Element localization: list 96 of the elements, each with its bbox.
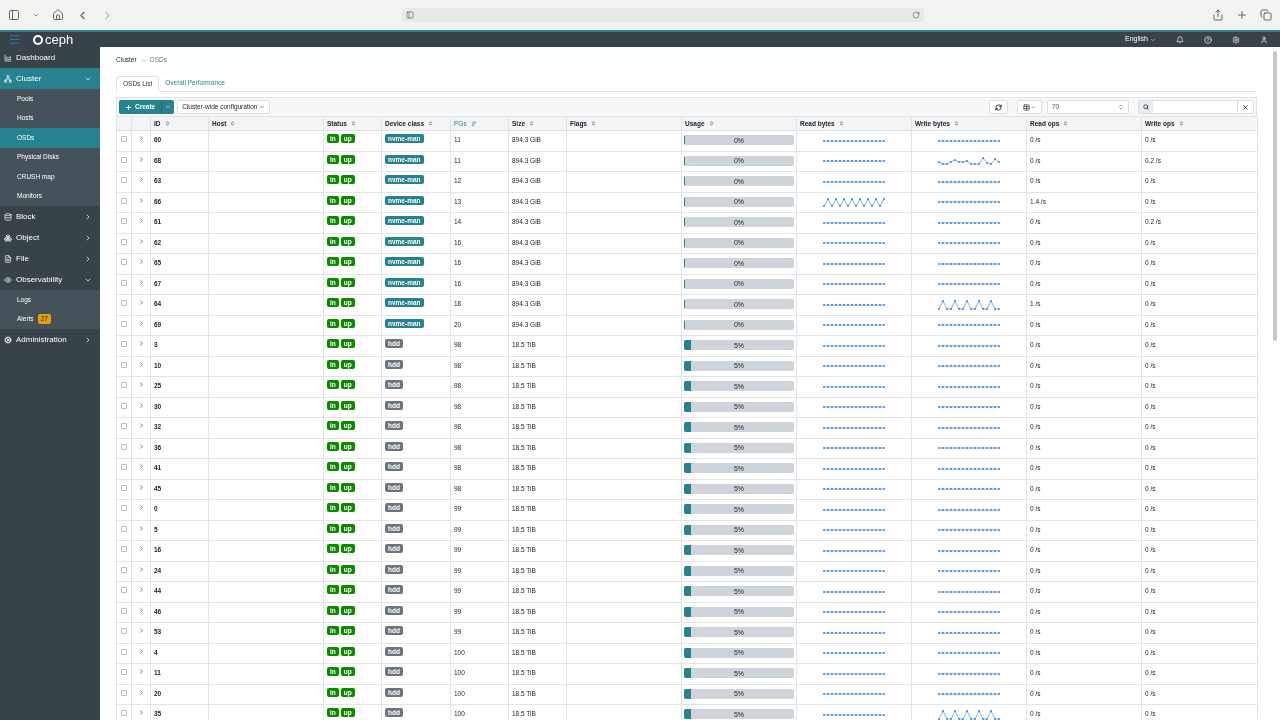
- row-checkbox[interactable]: [121, 320, 127, 327]
- row-checkbox[interactable]: [121, 628, 127, 634]
- row-checkbox[interactable]: [121, 587, 127, 593]
- expand-icon[interactable]: [137, 401, 145, 409]
- search-field[interactable]: [1138, 100, 1254, 114]
- expand-icon[interactable]: [137, 217, 145, 224]
- sidebar-toggle-icon[interactable]: [8, 9, 20, 21]
- expand-icon[interactable]: [137, 647, 145, 655]
- caret-icon: [259, 104, 266, 110]
- nav-icon: [4, 212, 12, 221]
- row-checkbox[interactable]: [121, 259, 127, 265]
- expand-icon[interactable]: [137, 237, 145, 245]
- expand-icon[interactable]: [137, 545, 145, 552]
- scrollbar[interactable]: [1273, 51, 1277, 341]
- expand-icon[interactable]: [137, 565, 145, 573]
- refresh-icon: [995, 103, 1002, 111]
- share-icon[interactable]: [1212, 9, 1224, 21]
- row-checkbox[interactable]: [121, 710, 127, 716]
- expand-icon[interactable]: [137, 258, 145, 265]
- refresh-button[interactable]: [989, 100, 1008, 114]
- row-checkbox[interactable]: [121, 464, 127, 470]
- expand-icon[interactable]: [137, 627, 145, 634]
- row-checkbox[interactable]: [121, 136, 127, 142]
- expand-icon[interactable]: [137, 196, 145, 204]
- plus-icon: [125, 103, 132, 111]
- settings-icon[interactable]: [1232, 35, 1240, 44]
- new-tab-icon[interactable]: [1236, 9, 1248, 21]
- expand-icon[interactable]: [137, 360, 145, 368]
- row-checkbox[interactable]: [121, 341, 127, 347]
- expand-icon[interactable]: [137, 483, 145, 491]
- nav-icon: [4, 233, 12, 242]
- row-checkbox[interactable]: [121, 218, 127, 224]
- nav-icon: [4, 254, 12, 263]
- row-checkbox[interactable]: [121, 525, 127, 532]
- expand-icon[interactable]: [137, 504, 145, 511]
- row-checkbox[interactable]: [121, 279, 127, 286]
- expand-icon[interactable]: [137, 606, 145, 614]
- chevron-down-icon[interactable]: [32, 11, 40, 19]
- nav-icon: [4, 275, 12, 284]
- clear-icon[interactable]: [1242, 103, 1249, 111]
- row-checkbox[interactable]: [121, 669, 127, 675]
- row-checkbox[interactable]: [121, 566, 127, 573]
- expand-icon[interactable]: [137, 586, 145, 593]
- row-checkbox[interactable]: [121, 197, 127, 204]
- row-checkbox[interactable]: [121, 689, 127, 696]
- caret-icon: [1031, 104, 1036, 110]
- expand-icon[interactable]: [137, 135, 145, 142]
- expand-icon[interactable]: [137, 709, 145, 716]
- expand-icon[interactable]: [137, 422, 145, 429]
- expand-icon[interactable]: [137, 299, 145, 306]
- help-icon[interactable]: [1204, 35, 1212, 44]
- expand-icon[interactable]: [137, 442, 145, 450]
- expand-icon[interactable]: [137, 463, 145, 470]
- table-icon: [1023, 103, 1030, 111]
- expand-icon[interactable]: [137, 668, 145, 675]
- nav-icon: [4, 74, 12, 83]
- brand-logo[interactable]: ceph: [33, 33, 74, 46]
- tabs-icon[interactable]: [1260, 9, 1272, 21]
- row-checkbox[interactable]: [121, 423, 127, 429]
- page-icon: [406, 11, 414, 19]
- expand-icon[interactable]: [137, 524, 145, 532]
- expand-icon[interactable]: [137, 340, 145, 347]
- nav-icon: [4, 335, 12, 344]
- row-checkbox[interactable]: [121, 156, 127, 163]
- expand-icon[interactable]: [137, 278, 145, 286]
- row-checkbox[interactable]: [121, 546, 127, 552]
- expand-icon[interactable]: [137, 155, 145, 163]
- row-checkbox[interactable]: [121, 648, 127, 655]
- reload-icon[interactable]: [912, 11, 920, 19]
- row-checkbox[interactable]: [121, 238, 127, 245]
- create-dropdown-button[interactable]: [161, 100, 175, 114]
- caret-icon: [1150, 36, 1156, 43]
- separator-icon: [140, 57, 146, 63]
- row-checkbox[interactable]: [121, 402, 127, 409]
- search-icon: [1143, 104, 1149, 110]
- home-icon[interactable]: [52, 9, 64, 21]
- row-checkbox[interactable]: [121, 361, 127, 368]
- expand-icon[interactable]: [137, 176, 145, 183]
- row-checkbox[interactable]: [121, 505, 127, 511]
- menu-icon[interactable]: [8, 33, 21, 46]
- bell-icon[interactable]: [1176, 35, 1184, 44]
- nav-icon: [4, 53, 12, 62]
- columns-button[interactable]: [1017, 100, 1042, 114]
- row-checkbox[interactable]: [121, 382, 127, 388]
- row-checkbox[interactable]: [121, 607, 127, 614]
- user-icon[interactable]: [1260, 35, 1268, 44]
- expand-icon[interactable]: [137, 381, 145, 388]
- spinner-icon[interactable]: [1118, 104, 1124, 110]
- row-checkbox[interactable]: [121, 177, 127, 183]
- expand-icon[interactable]: [137, 688, 145, 696]
- expand-icon[interactable]: [137, 319, 145, 327]
- row-checkbox[interactable]: [121, 484, 127, 491]
- sidebar-item[interactable]: Cluster: [0, 68, 100, 89]
- row-checkbox[interactable]: [121, 443, 127, 450]
- caret-icon: [165, 104, 172, 110]
- row-checkbox[interactable]: [121, 300, 127, 306]
